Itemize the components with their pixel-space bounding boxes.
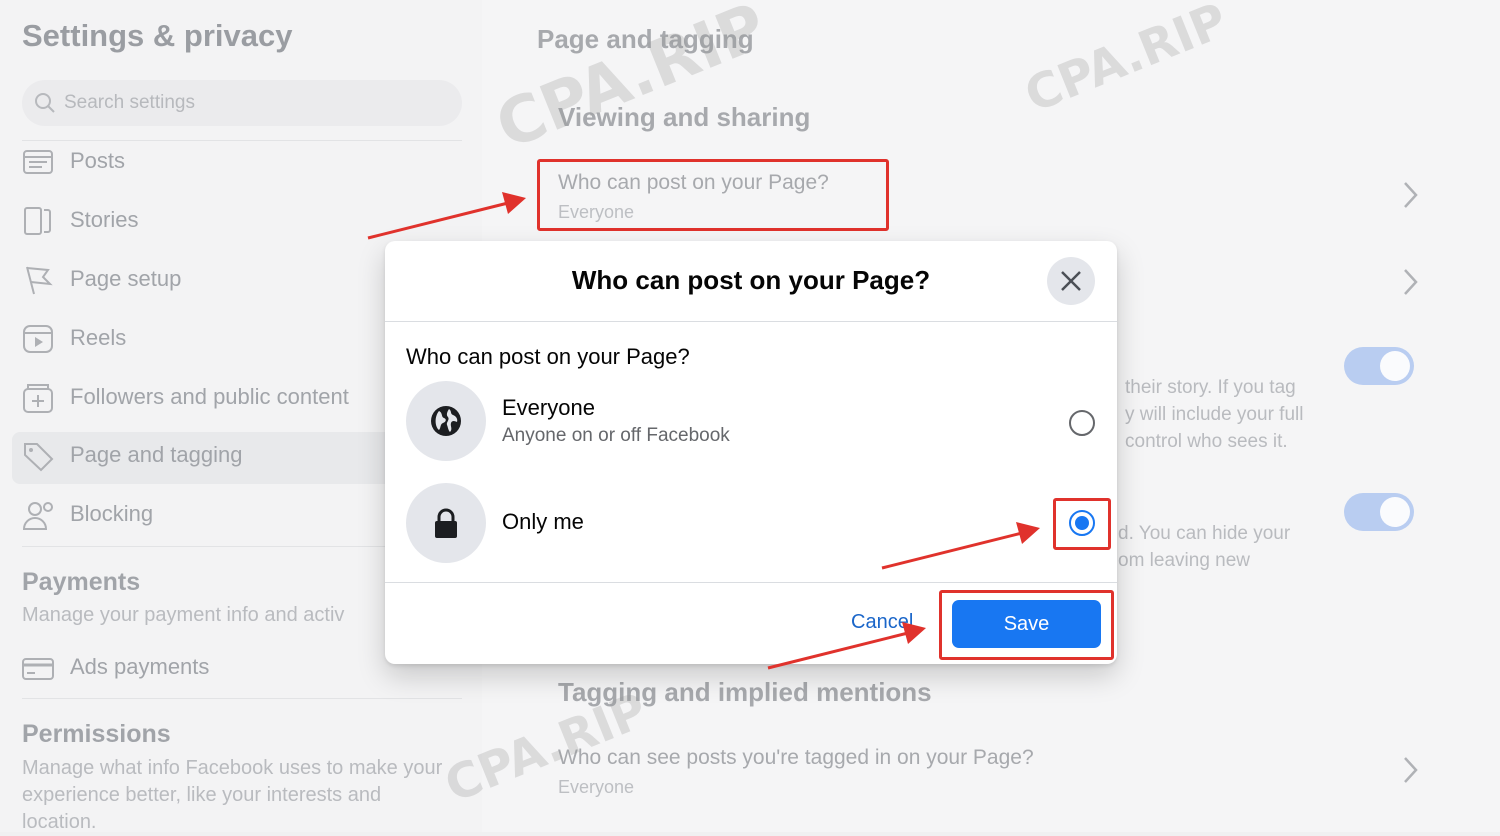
- payments-heading: Payments: [22, 568, 141, 596]
- toggle-knob: [1380, 351, 1410, 381]
- reels-icon: [22, 323, 54, 355]
- chevron-right-icon[interactable]: [1400, 180, 1420, 210]
- permissions-heading: Permissions: [22, 720, 171, 748]
- sidebar-item-label: Page setup: [70, 266, 182, 291]
- story-sharing-description: their story. If you tag y will include y…: [1125, 377, 1304, 452]
- lock-icon: [435, 508, 457, 538]
- chevron-right-icon[interactable]: [1400, 755, 1420, 785]
- divider: [385, 321, 1117, 322]
- sidebar-item-posts[interactable]: Posts: [0, 138, 482, 190]
- page-title: Page and tagging: [537, 24, 754, 54]
- radio-everyone[interactable]: [1069, 410, 1095, 436]
- search-placeholder: Search settings: [64, 92, 195, 113]
- toggle-knob: [1380, 497, 1410, 527]
- search-icon: [34, 92, 56, 119]
- close-button[interactable]: [1047, 257, 1095, 305]
- sidebar-item-label: Blocking: [70, 501, 154, 526]
- option-title: Everyone: [502, 395, 595, 420]
- sidebar-item-label: Posts: [70, 148, 126, 173]
- divider: [385, 582, 1117, 583]
- payments-description: Manage your payment info and activ: [22, 604, 345, 626]
- sidebar-item-label: Followers and public content: [70, 384, 349, 409]
- hide-posts-description: d. You can hide your om leaving new: [1118, 523, 1291, 571]
- globe-icon-container: [406, 381, 486, 461]
- divider: [22, 698, 462, 699]
- followers-icon: [22, 382, 54, 414]
- story-sharing-toggle[interactable]: [1344, 347, 1414, 385]
- close-icon: [1061, 271, 1081, 291]
- option-subtitle: Anyone on or off Facebook: [502, 425, 730, 446]
- dialog-title: Who can post on your Page?: [571, 265, 931, 295]
- chevron-right-icon[interactable]: [1400, 267, 1420, 297]
- tag-icon: [22, 440, 54, 472]
- highlight-box: [939, 590, 1114, 660]
- sidebar-item-label: Stories: [70, 207, 139, 232]
- option-only-me[interactable]: Only me: [385, 483, 1117, 573]
- tagged-posts-value: Everyone: [558, 777, 635, 797]
- sidebar-title: Settings & privacy: [22, 18, 293, 53]
- sidebar-item-label: Ads payments: [70, 654, 210, 679]
- hide-posts-toggle[interactable]: [1344, 493, 1414, 531]
- credit-card-icon: [22, 652, 54, 684]
- option-everyone[interactable]: Everyone Anyone on or off Facebook: [385, 381, 1117, 471]
- cancel-button[interactable]: Cancel: [851, 611, 913, 634]
- highlight-box: [1053, 498, 1111, 550]
- search-settings-input[interactable]: Search settings: [22, 80, 462, 126]
- posts-icon: [22, 146, 54, 178]
- tagged-posts-title: Who can see posts you're tagged in on yo…: [558, 746, 1034, 769]
- permissions-description: Manage what info Facebook uses to make y…: [22, 757, 443, 833]
- stories-icon: [22, 205, 54, 237]
- sidebar-item-label: Reels: [70, 325, 127, 350]
- flag-icon: [22, 264, 54, 296]
- lock-icon-container: [406, 483, 486, 563]
- globe-icon: [431, 406, 461, 436]
- sidebar-item-label: Page and tagging: [70, 442, 243, 467]
- option-title: Only me: [502, 509, 584, 534]
- highlight-box: [537, 159, 889, 231]
- dialog-question: Who can post on your Page?: [406, 344, 690, 369]
- tagging-heading: Tagging and implied mentions: [558, 677, 932, 707]
- blocking-icon: [22, 499, 54, 531]
- viewing-sharing-heading: Viewing and sharing: [558, 102, 811, 132]
